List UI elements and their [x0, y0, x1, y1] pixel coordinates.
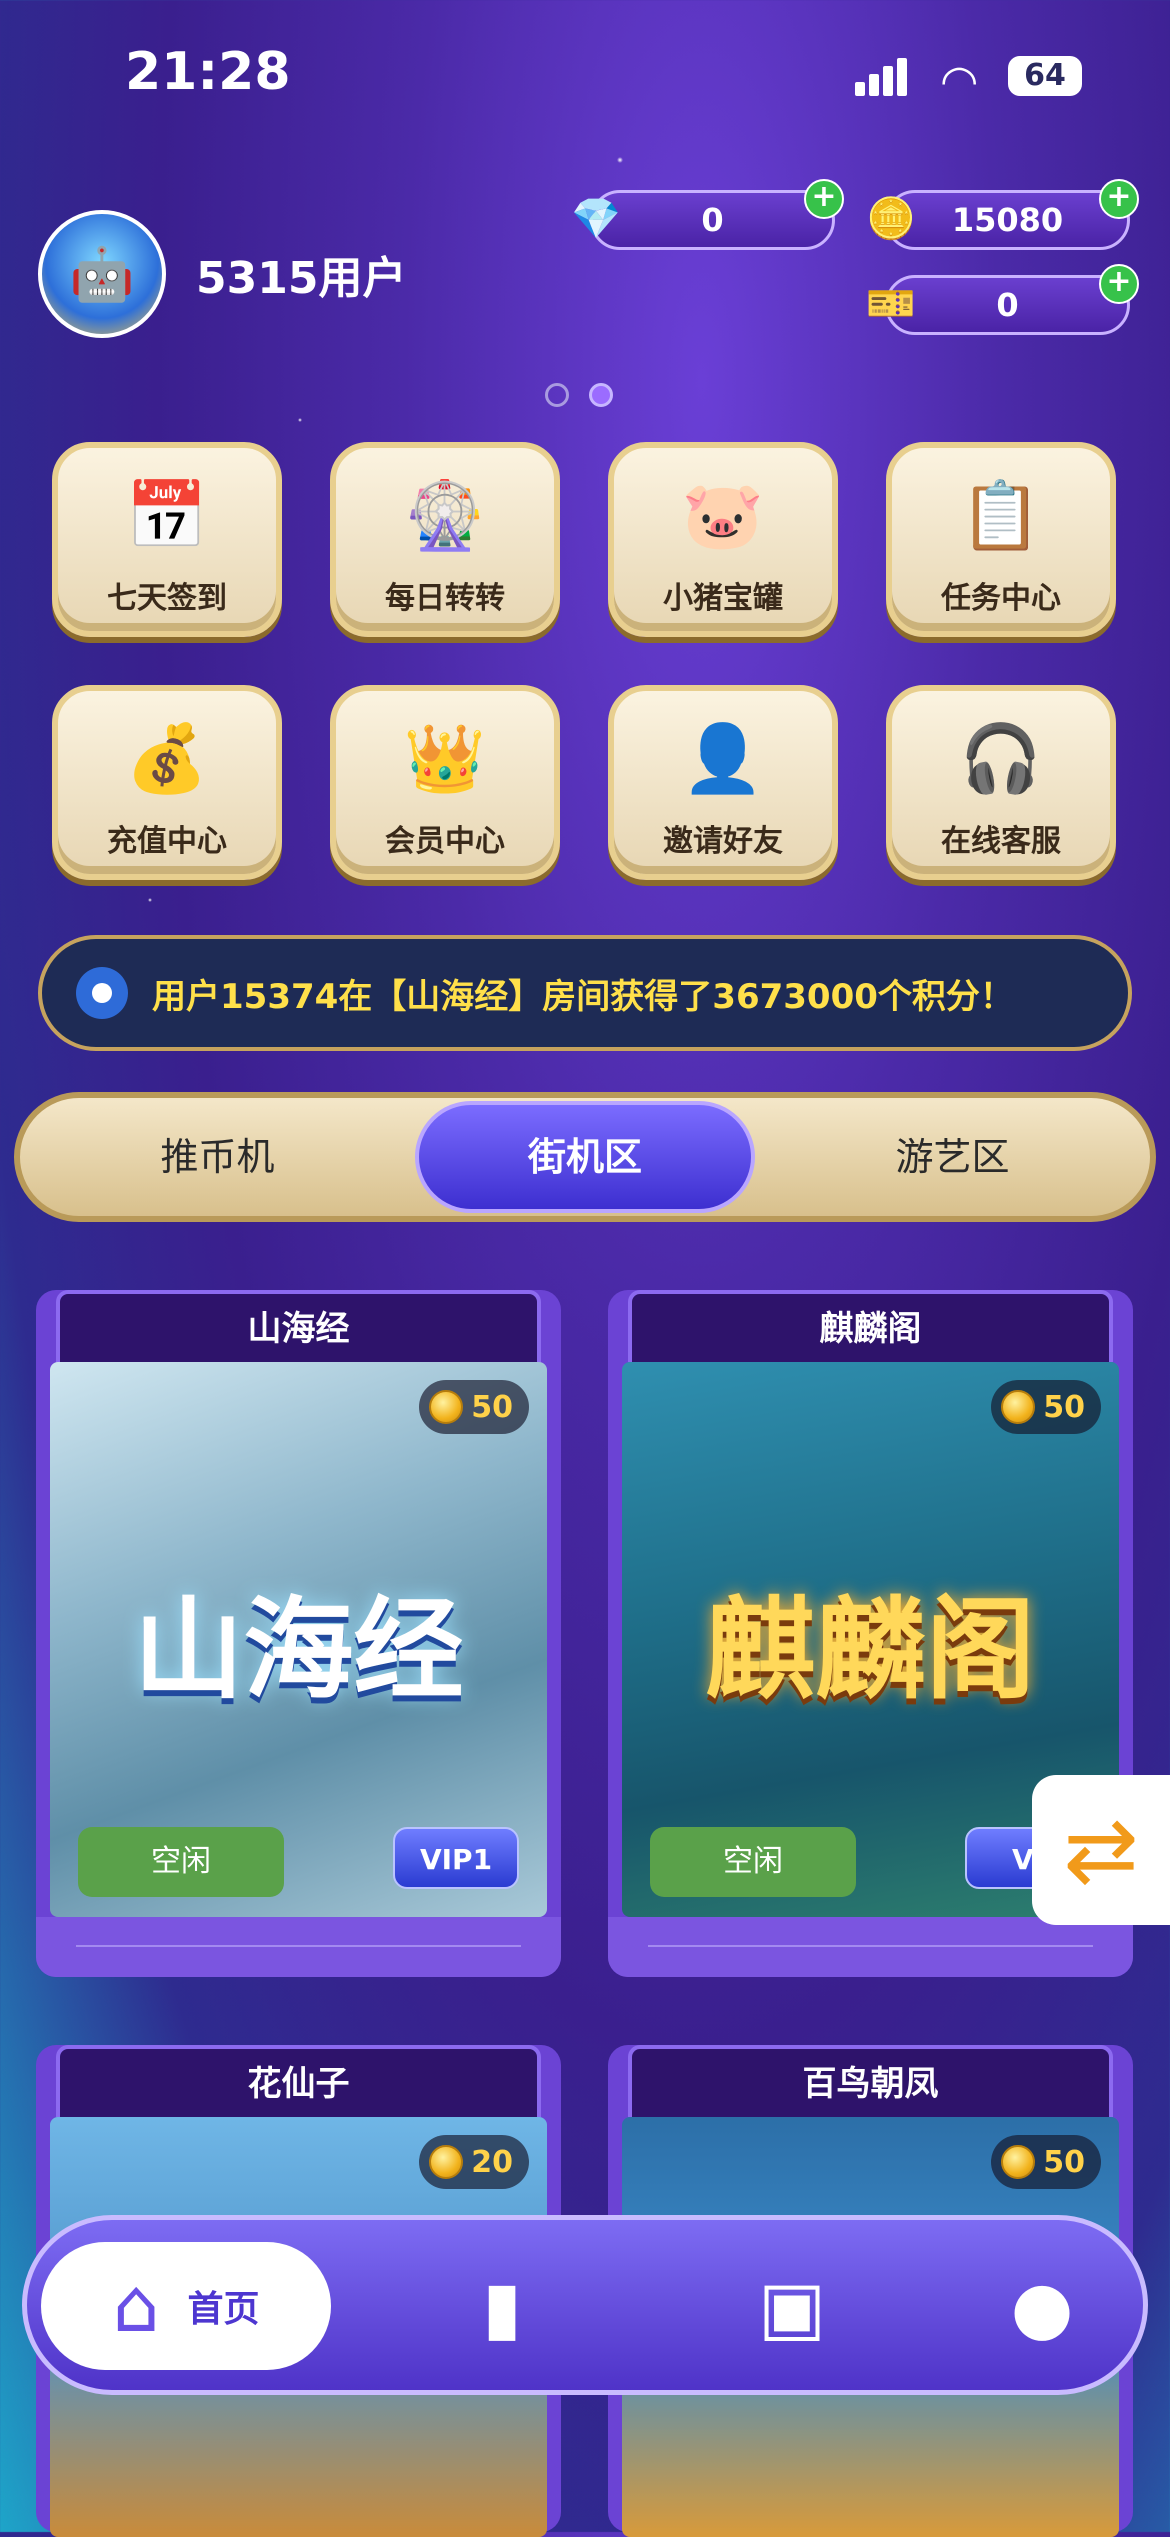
game-cost: 50 — [1043, 2144, 1085, 2180]
tile-label: 任务中心 — [941, 581, 1061, 616]
game-title: 麒麟阁 — [628, 1290, 1113, 1362]
tile-label: 七天签到 — [107, 581, 227, 616]
quick-action-daily-spin[interactable]: 🎡 每日转转 — [330, 442, 560, 637]
headset-icon: 🎧 — [959, 720, 1043, 797]
tile-label: 小猪宝罐 — [663, 581, 783, 616]
game-title: 花仙子 — [56, 2045, 541, 2117]
game-cost-badge: 50 — [991, 1380, 1101, 1434]
diamond-icon: 💎 — [571, 195, 621, 242]
tile-label: 邀请好友 — [663, 824, 783, 859]
tile-label: 充值中心 — [107, 824, 227, 859]
add-user-icon: 👤 — [681, 720, 765, 797]
coin-count: 15080 — [951, 201, 1064, 239]
signal-icon — [855, 58, 911, 96]
username: 5315用户 — [196, 253, 407, 304]
diamond-count: 0 — [701, 201, 724, 239]
tile-label: 每日转转 — [385, 581, 505, 616]
game-cost-badge: 20 — [419, 2135, 529, 2189]
game-cost: 50 — [471, 1389, 513, 1425]
status-time: 21:28 — [125, 42, 291, 102]
nav-home[interactable]: ⌂ 首页 — [41, 2242, 331, 2370]
profile-icon[interactable]: ● — [997, 2262, 1087, 2352]
ranking-chart-icon[interactable]: ▮ — [457, 2262, 547, 2352]
card-footer — [608, 1917, 1133, 1977]
coin-balance[interactable]: 🪙 15080 + — [866, 179, 1139, 250]
announcement-ticker: 用户15374在【山海经】房间获得了3673000个积分！ — [38, 935, 1132, 1051]
ticket-icon: 🎫 — [866, 280, 916, 327]
game-thumbnail[interactable]: 山海经 50 空闲 VIP1 — [50, 1362, 547, 1917]
page-indicator — [545, 383, 613, 407]
quick-action-tasks[interactable]: 📋 任务中心 — [886, 442, 1116, 637]
piggy-bank-icon: 🐷 — [681, 477, 765, 554]
game-cost: 50 — [1043, 1389, 1085, 1425]
game-title: 山海经 — [56, 1290, 541, 1362]
user-profile[interactable]: 🤖 5315用户 — [38, 210, 406, 338]
bottom-navigation: ⌂ 首页 ▮ ▣ ● — [22, 2215, 1148, 2395]
coin-icon — [1001, 1390, 1036, 1424]
quick-action-support[interactable]: 🎧 在线客服 — [886, 685, 1116, 880]
tab-arcade[interactable]: 街机区 — [415, 1101, 755, 1213]
add-ticket-button[interactable]: + — [1099, 264, 1139, 304]
game-cost-badge: 50 — [991, 2135, 1101, 2189]
coin-icon — [429, 1390, 464, 1424]
calendar-7-icon: 📅 — [125, 477, 209, 554]
ticket-balance[interactable]: 🎫 0 + — [866, 264, 1139, 335]
game-status-button[interactable]: 空闲 — [78, 1827, 284, 1897]
category-tabs: 推币机 街机区 游艺区 — [14, 1092, 1156, 1222]
wallet-icon[interactable]: ▣ — [747, 2262, 837, 2352]
add-diamond-button[interactable]: + — [804, 179, 844, 219]
speaker-icon — [76, 967, 128, 1019]
quick-action-vip[interactable]: 👑 会员中心 — [330, 685, 560, 880]
game-cost-badge: 50 — [419, 1380, 529, 1434]
ticker-message: 用户15374在【山海经】房间获得了3673000个积分！ — [152, 976, 1014, 1017]
game-card[interactable]: 山海经 山海经 50 空闲 VIP1 — [36, 1290, 561, 1977]
clipboard-icon: 📋 — [959, 477, 1043, 554]
coin-icon: 🪙 — [866, 195, 916, 242]
wallet-coins-icon: 💰 — [125, 720, 209, 797]
status-bar: 21:28 ◠ 64 — [0, 0, 1170, 150]
game-status-button[interactable]: 空闲 — [650, 1827, 856, 1897]
battery-icon: 64 — [1008, 56, 1082, 96]
tab-amusement[interactable]: 游艺区 — [755, 1101, 1150, 1213]
coin-icon — [1001, 2145, 1036, 2179]
quick-actions-grid: 📅 七天签到 🎡 每日转转 🐷 小猪宝罐 📋 任务中心 💰 充值中心 👑 会员中心 👤 邀请好… — [52, 442, 1122, 880]
game-title: 百鸟朝凤 — [628, 2045, 1113, 2117]
vip-badge: VIP1 — [393, 1827, 519, 1889]
nav-home-label: 首页 — [187, 2289, 260, 2330]
page-dot — [545, 383, 569, 407]
page-dot-active — [589, 383, 613, 407]
tab-coin-pusher[interactable]: 推币机 — [20, 1101, 415, 1213]
tile-label: 会员中心 — [385, 824, 505, 859]
quick-action-invite[interactable]: 👤 邀请好友 — [608, 685, 838, 880]
card-footer — [36, 1917, 561, 1977]
refresh-swap-icon[interactable]: ⇄ — [1032, 1775, 1170, 1925]
tile-label: 在线客服 — [941, 824, 1061, 859]
crown-icon: 👑 — [403, 720, 487, 797]
wifi-icon: ◠ — [940, 56, 979, 107]
ticket-count: 0 — [996, 286, 1019, 324]
home-icon: ⌂ — [112, 2263, 160, 2349]
quick-action-recharge[interactable]: 💰 充值中心 — [52, 685, 282, 880]
wheel-icon: 🎡 — [403, 477, 487, 554]
quick-action-sign-in[interactable]: 📅 七天签到 — [52, 442, 282, 637]
avatar[interactable]: 🤖 — [38, 210, 166, 338]
quick-action-piggy-bank[interactable]: 🐷 小猪宝罐 — [608, 442, 838, 637]
game-cost: 20 — [471, 2144, 513, 2180]
diamond-balance[interactable]: 💎 0 + — [571, 179, 844, 250]
coin-icon — [429, 2145, 464, 2179]
add-coin-button[interactable]: + — [1099, 179, 1139, 219]
